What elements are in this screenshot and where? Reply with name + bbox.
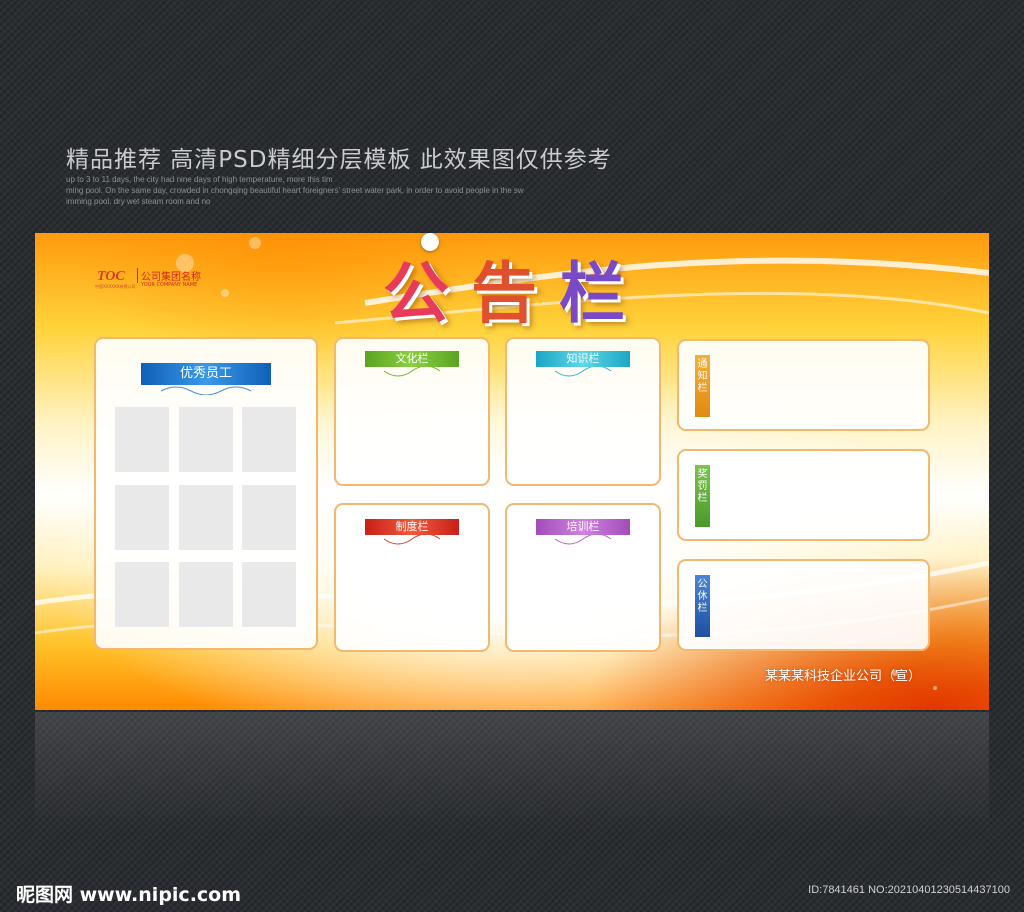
title-char: 栏: [559, 254, 647, 332]
leisure-panel: 公休栏: [677, 559, 930, 651]
culture-panel: 文化栏: [334, 337, 490, 486]
staff-photo-slot: [242, 407, 296, 472]
knowledge-label: 知识栏: [536, 351, 630, 367]
training-label: 培训栏: [536, 519, 630, 535]
culture-label: 文化栏: [365, 351, 459, 367]
flourish-ornament: [383, 535, 441, 545]
logo-subtitle: 中国XXXXXX有限公司: [95, 284, 136, 289]
staff-photo-slot: [179, 407, 233, 472]
title-char: 公: [383, 254, 471, 332]
staff-photo-slot: [179, 562, 233, 627]
hanging-hook: [421, 233, 439, 251]
floor-reflection: [35, 712, 989, 832]
promo-line: ming pool. On the same day, crowded in c…: [66, 186, 524, 195]
staff-panel: 优秀员工: [94, 337, 318, 650]
logo-company-english: YOUR COMPANY NAME: [141, 282, 198, 288]
flourish-ornament: [554, 535, 612, 545]
company-credit: 某某某科技企业公司（宣）: [765, 669, 922, 684]
flourish-ornament: [554, 367, 612, 377]
staff-photo-slot: [179, 485, 233, 550]
staff-photo-slot: [242, 562, 296, 627]
knowledge-panel: 知识栏: [505, 337, 661, 486]
site-watermark: 昵图网 www.nipic.com: [16, 884, 242, 906]
image-id: ID:7841461 NO:20210401230514437100: [808, 884, 1010, 896]
training-panel: 培训栏: [505, 503, 661, 652]
staff-photo-slot: [115, 407, 169, 472]
reward-panel: 奖罚栏: [677, 449, 930, 541]
reward-label: 奖罚栏: [695, 465, 710, 527]
leisure-label: 公休栏: [695, 575, 710, 637]
staff-photo-slot: [115, 485, 169, 550]
promo-line: up to 3 to 11 days, the city had nine da…: [66, 175, 333, 184]
system-panel: 制度栏: [334, 503, 490, 652]
promo-line: imming pool, dry wet steam room and no: [66, 197, 211, 206]
staff-photo-slot: [242, 485, 296, 550]
notice-label: 通知栏: [695, 355, 710, 417]
staff-photo-slot: [115, 562, 169, 627]
title-char: 告: [471, 254, 559, 332]
logo-mark: TOC: [97, 269, 125, 284]
flourish-ornament: [160, 386, 252, 395]
promo-headline: 精品推荐 高清PSD精细分层模板 此效果图仅供参考: [66, 147, 612, 173]
promo-subtext: up to 3 to 11 days, the city had nine da…: [66, 174, 626, 207]
notice-panel: 通知栏: [677, 339, 930, 431]
logo-company-name: 公司集团名称: [137, 268, 201, 283]
board-title: 公告栏: [380, 253, 650, 333]
bulletin-board: TOC 中国XXXXXX有限公司 公司集团名称 YOUR COMPANY NAM…: [35, 233, 989, 710]
flourish-ornament: [383, 367, 441, 377]
system-label: 制度栏: [365, 519, 459, 535]
